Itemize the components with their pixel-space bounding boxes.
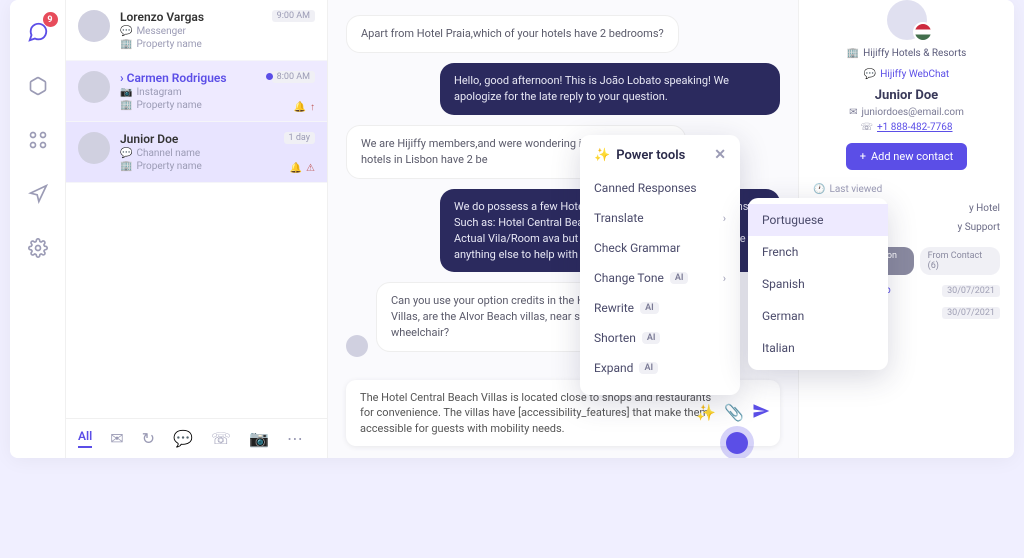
bell-icon: 🔔 xyxy=(290,163,302,174)
lang-german[interactable]: German xyxy=(748,300,888,332)
avatar xyxy=(78,10,110,42)
nav-badge: 9 xyxy=(43,12,58,27)
lang-portuguese[interactable]: Portuguese xyxy=(748,204,888,236)
viewed-item[interactable]: y Hotel xyxy=(969,203,1000,214)
nav-settings[interactable] xyxy=(24,234,52,262)
nav-apps[interactable] xyxy=(24,126,52,154)
warning-icon: ⚠ xyxy=(306,163,315,174)
messenger-icon[interactable]: 💬 xyxy=(173,429,193,448)
avatar xyxy=(346,335,368,357)
tool-rewrite[interactable]: RewriteAI xyxy=(580,293,740,323)
whatsapp-icon[interactable]: ☏ xyxy=(211,429,231,448)
attachment-icon[interactable]: 📎 xyxy=(724,403,744,422)
conversation-item[interactable]: Junior Doe 💬Channel name 🏢Property name … xyxy=(66,122,327,183)
power-tools-popover: ✨ Power tools ✕ Canned Responses Transla… xyxy=(580,135,740,395)
conv-time: 8:00 AM xyxy=(272,71,315,83)
building-icon: 🏢 xyxy=(847,48,859,59)
message-in: Apart from Hotel Praia,which of your hot… xyxy=(346,15,679,53)
more-icon[interactable]: ⋯ xyxy=(287,429,303,448)
tag-tab-contact[interactable]: From Contact (6) xyxy=(920,247,1000,275)
bell-icon: 🔔 xyxy=(294,102,306,113)
phone-icon: ☏ xyxy=(860,122,873,133)
instagram-icon: 📷 xyxy=(120,87,132,98)
building-icon: 🏢 xyxy=(120,39,132,50)
channel-tabs: All ✉ ↻ 💬 ☏ 📷 ⋯ xyxy=(66,418,327,458)
conversation-item[interactable]: › Carmen Rodrigues 📷Instagram 🏢Property … xyxy=(66,61,327,122)
avatar xyxy=(78,71,110,103)
nav-inbox[interactable]: 9 xyxy=(24,18,52,46)
building-icon: 🏢 xyxy=(120,100,132,111)
arrow-up-icon: ↑ xyxy=(310,102,315,113)
tab-all[interactable]: All xyxy=(78,429,92,448)
email-icon[interactable]: ✉ xyxy=(110,429,123,448)
conversation-list: Lorenzo Vargas 💬Messenger 🏢Property name… xyxy=(66,0,328,458)
messenger-icon: 💬 xyxy=(120,26,132,37)
send-button[interactable] xyxy=(752,402,770,424)
chevron-right-icon: › xyxy=(723,272,726,285)
lang-italian[interactable]: Italian xyxy=(748,332,888,364)
profile-name: Junior Doe xyxy=(875,88,938,103)
lang-french[interactable]: French xyxy=(748,236,888,268)
chat-icon: 💬 xyxy=(864,69,876,80)
instagram-icon[interactable]: 📷 xyxy=(249,429,269,448)
chevron-right-icon: › xyxy=(723,212,726,225)
conv-time: 1 day xyxy=(284,132,315,144)
message-out: Hello, good afternoon! This is João Loba… xyxy=(440,63,780,115)
channel-icon: 💬 xyxy=(120,148,132,159)
last-viewed-label: 🕐Last viewed xyxy=(813,184,882,195)
nav-campaigns[interactable] xyxy=(24,180,52,208)
avatar xyxy=(78,132,110,164)
tool-expand[interactable]: ExpandAI xyxy=(580,353,740,383)
profile-email: ✉juniordoes@email.com xyxy=(849,107,964,118)
profile-phone[interactable]: ☏+1 888-482-7768 xyxy=(860,122,952,133)
lang-spanish[interactable]: Spanish xyxy=(748,268,888,300)
tool-check-grammar[interactable]: Check Grammar xyxy=(580,233,740,263)
viewed-item[interactable]: y Support xyxy=(958,222,1001,233)
pulse-indicator xyxy=(726,432,748,454)
building-icon: 🏢 xyxy=(120,161,132,172)
magic-icon: ✨ xyxy=(594,148,610,163)
translate-submenu: Portuguese French Spanish German Italian xyxy=(748,198,888,370)
magic-icon[interactable]: ✨ xyxy=(696,403,716,422)
tool-canned-responses[interactable]: Canned Responses xyxy=(580,173,740,203)
profile-avatar xyxy=(887,0,927,40)
clock-icon: 🕐 xyxy=(813,184,825,195)
conversation-item[interactable]: Lorenzo Vargas 💬Messenger 🏢Property name… xyxy=(66,0,327,61)
flag-icon xyxy=(913,22,933,42)
email-icon: ✉ xyxy=(849,107,857,118)
conv-time: 9:00 AM xyxy=(272,10,315,22)
nav-analytics[interactable] xyxy=(24,72,52,100)
tool-translate[interactable]: Translate› xyxy=(580,203,740,233)
popover-title: Power tools xyxy=(616,148,685,163)
refresh-icon[interactable]: ↻ xyxy=(142,429,155,448)
tool-change-tone[interactable]: Change ToneAI› xyxy=(580,263,740,293)
chevron-right-icon: › xyxy=(120,71,124,85)
close-icon[interactable]: ✕ xyxy=(714,147,726,163)
composer-text[interactable]: The Hotel Central Beach Villas is locate… xyxy=(360,390,720,436)
add-contact-button[interactable]: +Add new contact xyxy=(846,143,968,170)
main-nav: 9 xyxy=(10,0,66,458)
company-chip: 🏢Hijiffy Hotels & Resorts xyxy=(839,46,975,61)
product-chip: 💬Hijiffy WebChat xyxy=(856,67,957,82)
tool-shorten[interactable]: ShortenAI xyxy=(580,323,740,353)
plus-icon: + xyxy=(860,150,866,163)
unread-dot xyxy=(266,73,273,80)
